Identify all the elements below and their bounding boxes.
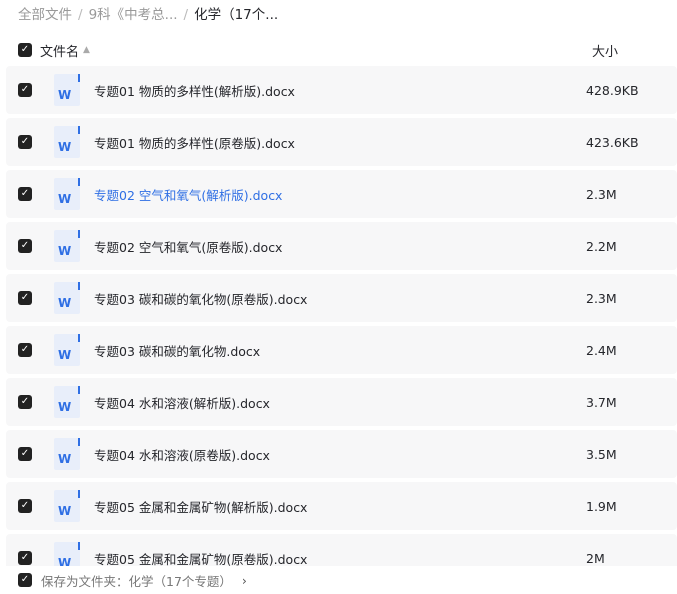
file-row[interactable]: ✓ W 专题01 物质的多样性(原卷版).docx 423.6KB: [6, 118, 677, 166]
file-size: 1.9M: [586, 498, 617, 514]
file-size: 2.2M: [586, 238, 617, 254]
sort-icon[interactable]: ▲: [83, 45, 90, 55]
word-doc-icon: W: [54, 438, 80, 470]
file-name[interactable]: 专题05 金属和金属矿物(原卷版).docx: [94, 549, 307, 567]
breadcrumb-all-files[interactable]: 全部文件: [18, 7, 72, 23]
file-row[interactable]: ✓ W 专题04 水和溶液(解析版).docx 3.7M: [6, 378, 677, 426]
file-row[interactable]: ✓ W 专题02 空气和氧气(原卷版).docx 2.2M: [6, 222, 677, 270]
list-header: ✓ 文件名 ▲ 大小: [18, 40, 677, 60]
file-name[interactable]: 专题03 碳和碳的氧化物.docx: [94, 341, 260, 360]
file-name[interactable]: 专题04 水和溶液(解析版).docx: [94, 393, 270, 412]
file-checkbox[interactable]: ✓: [18, 343, 32, 357]
file-name[interactable]: 专题01 物质的多样性(原卷版).docx: [94, 133, 295, 152]
word-doc-icon: W: [54, 126, 80, 158]
file-row[interactable]: ✓ W 专题01 物质的多样性(解析版).docx 428.9KB: [6, 66, 677, 114]
file-row[interactable]: ✓ W 专题04 水和溶液(原卷版).docx 3.5M: [6, 430, 677, 478]
file-row[interactable]: ✓ W 专题05 金属和金属矿物(解析版).docx 1.9M: [6, 482, 677, 530]
save-folder-label: 保存为文件夹：化学（17个专题）: [41, 573, 232, 589]
file-size: 2.3M: [586, 186, 617, 202]
file-size: 428.9KB: [586, 82, 639, 98]
column-name[interactable]: 文件名: [40, 41, 79, 60]
file-name[interactable]: 专题01 物质的多样性(解析版).docx: [94, 81, 295, 100]
file-size: 2.3M: [586, 290, 617, 306]
file-size: 3.5M: [586, 446, 617, 462]
breadcrumb-folder[interactable]: 9科《中考总...: [89, 7, 178, 23]
file-checkbox[interactable]: ✓: [18, 83, 32, 97]
breadcrumb-current: 化学（17个...: [194, 7, 279, 23]
breadcrumb: 全部文件/9科《中考总... / 化学（17个...: [18, 7, 279, 23]
word-doc-icon: W: [54, 334, 80, 366]
file-row[interactable]: ✓ W 专题02 空气和氧气(解析版).docx 2.3M: [6, 170, 677, 218]
file-name[interactable]: 专题02 空气和氧气(原卷版).docx: [94, 237, 282, 256]
column-size: 大小: [592, 44, 619, 60]
file-checkbox[interactable]: ✓: [18, 395, 32, 409]
file-checkbox[interactable]: ✓: [18, 291, 32, 305]
file-checkbox[interactable]: ✓: [18, 499, 32, 513]
word-doc-icon: W: [54, 542, 80, 566]
file-name[interactable]: 专题03 碳和碳的氧化物(原卷版).docx: [94, 289, 307, 308]
file-name[interactable]: 专题05 金属和金属矿物(解析版).docx: [94, 497, 307, 516]
save-as-folder[interactable]: ✓ 保存为文件夹：化学（17个专题） ›: [0, 566, 677, 594]
file-name[interactable]: 专题02 空气和氧气(解析版).docx: [94, 185, 282, 204]
file-checkbox[interactable]: ✓: [18, 187, 32, 201]
file-name[interactable]: 专题04 水和溶液(原卷版).docx: [94, 445, 270, 464]
file-checkbox[interactable]: ✓: [18, 447, 32, 461]
word-doc-icon: W: [54, 386, 80, 418]
file-checkbox[interactable]: ✓: [18, 551, 32, 565]
chevron-right-icon[interactable]: ›: [242, 573, 247, 588]
file-size: 3.7M: [586, 394, 617, 410]
file-size: 2.4M: [586, 342, 617, 358]
word-doc-icon: W: [54, 178, 80, 210]
save-folder-checkbox[interactable]: ✓: [18, 573, 32, 587]
file-row[interactable]: ✓ W 专题05 金属和金属矿物(原卷版).docx 2M: [6, 534, 677, 566]
word-doc-icon: W: [54, 282, 80, 314]
file-size: 2M: [586, 550, 605, 566]
word-doc-icon: W: [54, 74, 80, 106]
select-all-checkbox[interactable]: ✓: [18, 43, 32, 57]
file-size: 423.6KB: [586, 134, 639, 150]
word-doc-icon: W: [54, 230, 80, 262]
file-checkbox[interactable]: ✓: [18, 239, 32, 253]
word-doc-icon: W: [54, 490, 80, 522]
file-row[interactable]: ✓ W 专题03 碳和碳的氧化物.docx 2.4M: [6, 326, 677, 374]
file-row[interactable]: ✓ W 专题03 碳和碳的氧化物(原卷版).docx 2.3M: [6, 274, 677, 322]
file-list: ✓ W 专题01 物质的多样性(解析版).docx 428.9KB ✓ W 专题0…: [6, 66, 677, 566]
file-checkbox[interactable]: ✓: [18, 135, 32, 149]
